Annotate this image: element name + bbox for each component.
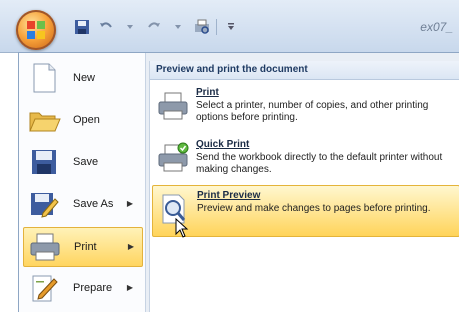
menu-item-label: New [73,72,96,84]
save-icon[interactable] [72,17,92,37]
option-description: Send the workbook directly to the defaul… [196,152,443,175]
option-print[interactable]: Print Select a printer, number of copies… [152,83,458,133]
office-menu: New Open Save Save As ▶ Print ▶ Prepare … [18,52,459,312]
submenu-arrow-icon: ▶ [126,283,133,292]
save-disk-icon [27,145,61,179]
office-button[interactable] [16,10,56,50]
separator [216,19,217,35]
undo-icon[interactable] [96,17,116,37]
quick-print-icon [156,141,190,175]
open-folder-icon [27,103,61,137]
menu-item-save-as[interactable]: Save As ▶ [23,185,141,223]
printer-icon [28,230,62,264]
new-document-icon [27,61,61,95]
menu-item-label: Save As [73,198,114,210]
chevron-down-icon[interactable] [120,17,140,37]
menu-item-label: Save [73,156,99,168]
menu-item-new[interactable]: New [23,59,141,97]
menu-command-list: New Open Save Save As ▶ Print ▶ Prepare … [19,53,146,312]
office-logo-icon [27,21,45,39]
menu-item-label: Prepare [73,282,113,294]
menu-item-prepare[interactable]: Prepare ▶ [23,269,141,307]
submenu-arrow-icon: ▶ [127,242,134,251]
quick-access-toolbar [72,16,241,38]
chevron-down-icon[interactable] [168,17,188,37]
menu-item-label: Print [74,241,97,253]
save-as-icon [27,187,61,221]
print-submenu-panel: Preview and print the document Print Sel… [149,61,459,312]
prepare-icon [27,271,61,305]
menu-item-open[interactable]: Open [23,101,141,139]
submenu-header: Preview and print the document [150,61,459,80]
mouse-cursor-icon [175,218,189,238]
option-print-preview[interactable]: Print Preview Preview and make changes t… [152,185,459,238]
option-title: Print [196,87,219,98]
print-preview-icon[interactable] [192,17,212,37]
menu-item-label: Open [73,114,100,126]
document-title: ex07_ [420,20,453,34]
redo-icon[interactable] [144,17,164,37]
option-quick-print[interactable]: Quick Print Send the workbook directly t… [152,135,458,185]
customize-toolbar-icon[interactable] [221,17,241,37]
menu-item-print[interactable]: Print ▶ [23,227,143,267]
submenu-arrow-icon: ▶ [126,199,133,208]
option-title: Print Preview [197,190,261,201]
title-bar: ex07_ [0,0,459,53]
option-title: Quick Print [196,139,250,150]
option-description: Preview and make changes to pages before… [197,203,431,214]
printer-icon [156,89,190,123]
menu-item-save[interactable]: Save [23,143,141,181]
option-description: Select a printer, number of copies, and … [196,100,429,123]
